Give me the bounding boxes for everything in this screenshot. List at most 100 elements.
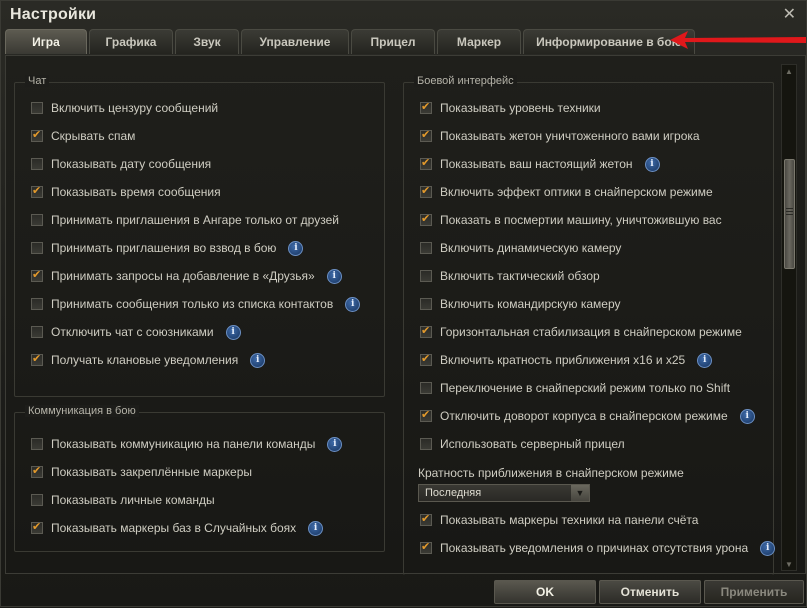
checkbox-row[interactable]: Показывать личные команды bbox=[31, 491, 215, 509]
checkbox-unchecked[interactable] bbox=[420, 382, 432, 394]
zoom-select[interactable]: Последняя ▼ bbox=[418, 484, 590, 502]
checkbox-checked[interactable] bbox=[31, 128, 43, 142]
checkbox-row[interactable]: Принимать приглашения во взвод в бою i bbox=[31, 239, 304, 257]
checkbox-row[interactable]: Принимать сообщения только из списка кон… bbox=[31, 295, 361, 313]
checkbox-label: Показывать коммуникацию на панели команд… bbox=[51, 437, 316, 451]
checkbox-unchecked[interactable] bbox=[31, 438, 43, 450]
checkbox-label: Показывать уровень техники bbox=[440, 101, 601, 115]
info-icon[interactable]: i bbox=[288, 240, 304, 256]
checkbox-label: Включить кратность приближения x16 и x25 bbox=[440, 353, 686, 367]
checkbox-label: Переключение в снайперский режим только … bbox=[440, 381, 731, 395]
tab-marker[interactable]: Маркер bbox=[437, 29, 521, 54]
checkbox-checked[interactable] bbox=[31, 464, 43, 478]
checkbox-row[interactable]: Включить тактический обзор bbox=[420, 267, 600, 285]
checkbox-row[interactable]: Показывать ваш настоящий жетон i bbox=[420, 155, 660, 173]
checkbox-checked[interactable] bbox=[420, 324, 432, 338]
checkbox-row[interactable]: Принимать приглашения в Ангаре только от… bbox=[31, 211, 339, 229]
settings-window: Настройки ✕ Игра Графика Звук Управление… bbox=[0, 0, 807, 607]
checkbox-row[interactable]: Показывать маркеры техники на панели счё… bbox=[420, 511, 698, 529]
tab-aim[interactable]: Прицел bbox=[351, 29, 435, 54]
checkbox-row[interactable]: Отключить доворот корпуса в снайперском … bbox=[420, 407, 755, 425]
checkbox-row[interactable]: Скрывать спам bbox=[31, 127, 135, 145]
checkbox-unchecked[interactable] bbox=[31, 326, 43, 338]
checkbox-unchecked[interactable] bbox=[420, 438, 432, 450]
checkbox-checked[interactable] bbox=[420, 540, 432, 554]
checkbox-label: Включить командирскую камеру bbox=[440, 297, 621, 311]
chevron-down-icon[interactable]: ▼ bbox=[571, 485, 589, 501]
checkbox-row[interactable]: Отключить чат с союзниками i bbox=[31, 323, 241, 341]
checkbox-checked[interactable] bbox=[420, 352, 432, 366]
checkbox-label: Показывать закреплённые маркеры bbox=[51, 465, 252, 479]
info-icon[interactable]: i bbox=[308, 520, 324, 536]
checkbox-row[interactable]: Получать клановые уведомления i bbox=[31, 351, 266, 369]
checkbox-checked[interactable] bbox=[420, 156, 432, 170]
checkbox-unchecked[interactable] bbox=[420, 242, 432, 254]
checkbox-row[interactable]: Включить цензуру сообщений bbox=[31, 99, 218, 117]
checkbox-row[interactable]: Переключение в снайперский режим только … bbox=[420, 379, 730, 397]
checkbox-unchecked[interactable] bbox=[31, 102, 43, 114]
checkbox-checked[interactable] bbox=[31, 184, 43, 198]
checkbox-row[interactable]: Включить командирскую камеру bbox=[420, 295, 621, 313]
checkbox-row[interactable]: Принимать запросы на добавление в «Друзь… bbox=[31, 267, 342, 285]
checkbox-row[interactable]: Показывать закреплённые маркеры bbox=[31, 463, 252, 481]
info-icon[interactable]: i bbox=[225, 324, 241, 340]
checkbox-checked[interactable] bbox=[420, 212, 432, 226]
tab-sound[interactable]: Звук bbox=[175, 29, 239, 54]
checkbox-row[interactable]: Показывать жетон уничтоженного вами игро… bbox=[420, 127, 700, 145]
tab-game[interactable]: Игра bbox=[5, 29, 87, 54]
ok-button[interactable]: OK bbox=[494, 580, 596, 604]
info-icon[interactable]: i bbox=[697, 352, 713, 368]
checkbox-checked[interactable] bbox=[31, 268, 43, 282]
scrollbar-thumb[interactable] bbox=[784, 159, 795, 269]
tab-graphics[interactable]: Графика bbox=[89, 29, 173, 54]
checkbox-row[interactable]: Показывать уведомления о причинах отсутс… bbox=[420, 539, 776, 557]
checkbox-unchecked[interactable] bbox=[420, 298, 432, 310]
info-icon[interactable]: i bbox=[739, 408, 755, 424]
info-icon[interactable]: i bbox=[326, 268, 342, 284]
checkbox-label: Принимать приглашения в Ангаре только от… bbox=[51, 213, 339, 227]
info-icon[interactable]: i bbox=[250, 352, 266, 368]
scroll-up-icon[interactable]: ▲ bbox=[782, 65, 796, 77]
info-icon[interactable]: i bbox=[327, 436, 343, 452]
checkbox-unchecked[interactable] bbox=[31, 242, 43, 254]
checkbox-label: Показывать уведомления о причинах отсутс… bbox=[440, 541, 749, 555]
checkbox-unchecked[interactable] bbox=[420, 270, 432, 282]
checkbox-checked[interactable] bbox=[31, 520, 43, 534]
checkbox-row[interactable]: Использовать серверный прицел bbox=[420, 435, 625, 453]
checkbox-checked[interactable] bbox=[420, 512, 432, 526]
checkbox-row[interactable]: Включить эффект оптики в снайперском реж… bbox=[420, 183, 713, 201]
checkbox-row[interactable]: Показывать уровень техники bbox=[420, 99, 601, 117]
dialog-footer: OK Отменить Применить bbox=[1, 576, 807, 608]
checkbox-checked[interactable] bbox=[420, 184, 432, 198]
checkbox-unchecked[interactable] bbox=[31, 214, 43, 226]
checkbox-label: Включить динамическую камеру bbox=[440, 241, 622, 255]
checkbox-checked[interactable] bbox=[420, 128, 432, 142]
cancel-button[interactable]: Отменить bbox=[599, 580, 701, 604]
info-icon[interactable]: i bbox=[345, 296, 361, 312]
checkbox-row[interactable]: Показывать коммуникацию на панели команд… bbox=[31, 435, 343, 453]
close-icon[interactable]: ✕ bbox=[783, 4, 796, 24]
scrollbar[interactable]: ▲ ▼ bbox=[781, 64, 797, 571]
scroll-down-icon[interactable]: ▼ bbox=[782, 558, 796, 570]
checkbox-unchecked[interactable] bbox=[31, 494, 43, 506]
checkbox-row[interactable]: Показывать время сообщения bbox=[31, 183, 221, 201]
checkbox-row[interactable]: Горизонтальная стабилизация в снайперско… bbox=[420, 323, 742, 341]
info-icon[interactable]: i bbox=[644, 156, 660, 172]
apply-button[interactable]: Применить bbox=[704, 580, 804, 604]
checkbox-row[interactable]: Включить динамическую камеру bbox=[420, 239, 621, 257]
checkbox-checked[interactable] bbox=[31, 352, 43, 366]
checkbox-unchecked[interactable] bbox=[31, 298, 43, 310]
checkbox-row[interactable]: Показать в посмертии машину, уничтожившу… bbox=[420, 211, 722, 229]
checkbox-label: Принимать запросы на добавление в «Друзь… bbox=[51, 269, 315, 283]
checkbox-checked[interactable] bbox=[420, 408, 432, 422]
annotation-arrow-icon bbox=[670, 31, 806, 49]
checkbox-checked[interactable] bbox=[420, 100, 432, 114]
checkbox-label: Принимать сообщения только из списка кон… bbox=[51, 297, 334, 311]
checkbox-label: Получать клановые уведомления bbox=[51, 353, 239, 367]
info-icon[interactable]: i bbox=[760, 540, 776, 556]
checkbox-row[interactable]: Включить кратность приближения x16 и x25… bbox=[420, 351, 713, 369]
checkbox-row[interactable]: Показывать дату сообщения bbox=[31, 155, 211, 173]
tab-controls[interactable]: Управление bbox=[241, 29, 349, 54]
checkbox-row[interactable]: Показывать маркеры баз в Случайных боях i bbox=[31, 519, 324, 537]
checkbox-unchecked[interactable] bbox=[31, 158, 43, 170]
